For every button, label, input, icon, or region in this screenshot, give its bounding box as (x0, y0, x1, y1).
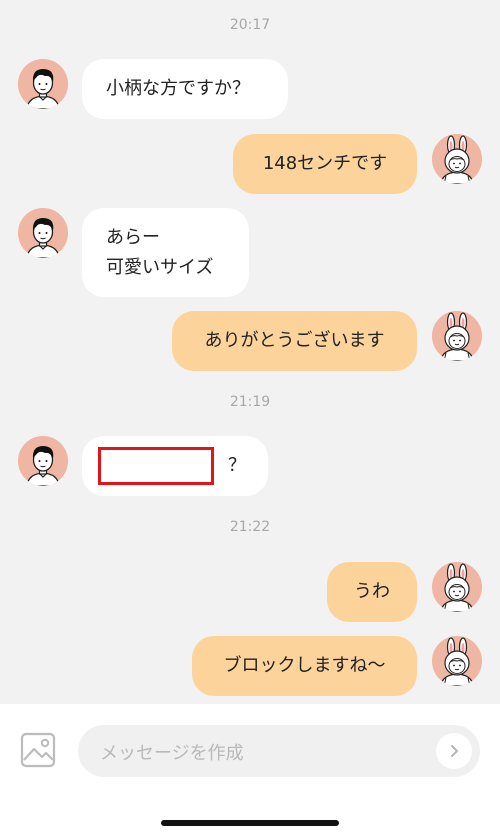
timestamp: 20:17 (229, 17, 271, 33)
self-avatar[interactable] (432, 311, 482, 361)
message-bubble-incoming[interactable]: あらー 可愛いサイズ (82, 208, 249, 297)
message-bubble-outgoing[interactable]: うわ (327, 562, 417, 622)
bunny-avatar-icon (432, 134, 482, 184)
message-input-placeholder: メッセージを作成 (100, 743, 244, 764)
message-bubble-outgoing[interactable]: 148センチです (233, 134, 417, 194)
partner-avatar[interactable] (18, 436, 68, 486)
home-indicator (161, 820, 339, 826)
composer-bar: メッセージを作成 (0, 704, 500, 836)
image-icon (20, 732, 56, 768)
redaction-box (98, 447, 214, 485)
message-text: 小柄な方ですか？ (106, 78, 250, 99)
bunny-avatar-icon (432, 636, 482, 686)
self-avatar[interactable] (432, 636, 482, 686)
self-avatar[interactable] (432, 562, 482, 612)
man-avatar-icon (18, 208, 68, 258)
message-text: 148センチです (262, 153, 388, 174)
man-avatar-icon (18, 59, 68, 109)
bunny-avatar-icon (432, 311, 482, 361)
message-text: ありがとうございます (204, 330, 385, 351)
message-input[interactable]: メッセージを作成 (78, 725, 480, 777)
chevron-right-icon (451, 745, 458, 757)
send-button[interactable] (436, 733, 472, 769)
chat-area: 20:17 小柄な方ですか？ 148センチです あらー 可愛いサイズ ありがとう… (0, 0, 500, 704)
partner-avatar[interactable] (18, 59, 68, 109)
message-bubble-incoming[interactable]: 小柄な方ですか？ (82, 59, 288, 119)
man-avatar-icon (18, 436, 68, 486)
message-text-line: あらー (106, 226, 160, 248)
message-bubble-incoming[interactable]: ？ (82, 436, 268, 496)
timestamp: 21:19 (229, 394, 271, 410)
message-text: ブロックしますね〜 (223, 655, 386, 676)
message-text-line: 可愛いサイズ (106, 256, 214, 278)
partner-avatar[interactable] (18, 208, 68, 258)
timestamp: 21:22 (229, 519, 271, 535)
message-text: ？ (228, 455, 246, 476)
attach-image-button[interactable] (19, 730, 59, 770)
message-bubble-outgoing[interactable]: ありがとうございます (172, 311, 417, 371)
self-avatar[interactable] (432, 134, 482, 184)
message-bubble-outgoing[interactable]: ブロックしますね〜 (192, 636, 417, 696)
bunny-avatar-icon (432, 562, 482, 612)
message-text: うわ (354, 581, 390, 602)
